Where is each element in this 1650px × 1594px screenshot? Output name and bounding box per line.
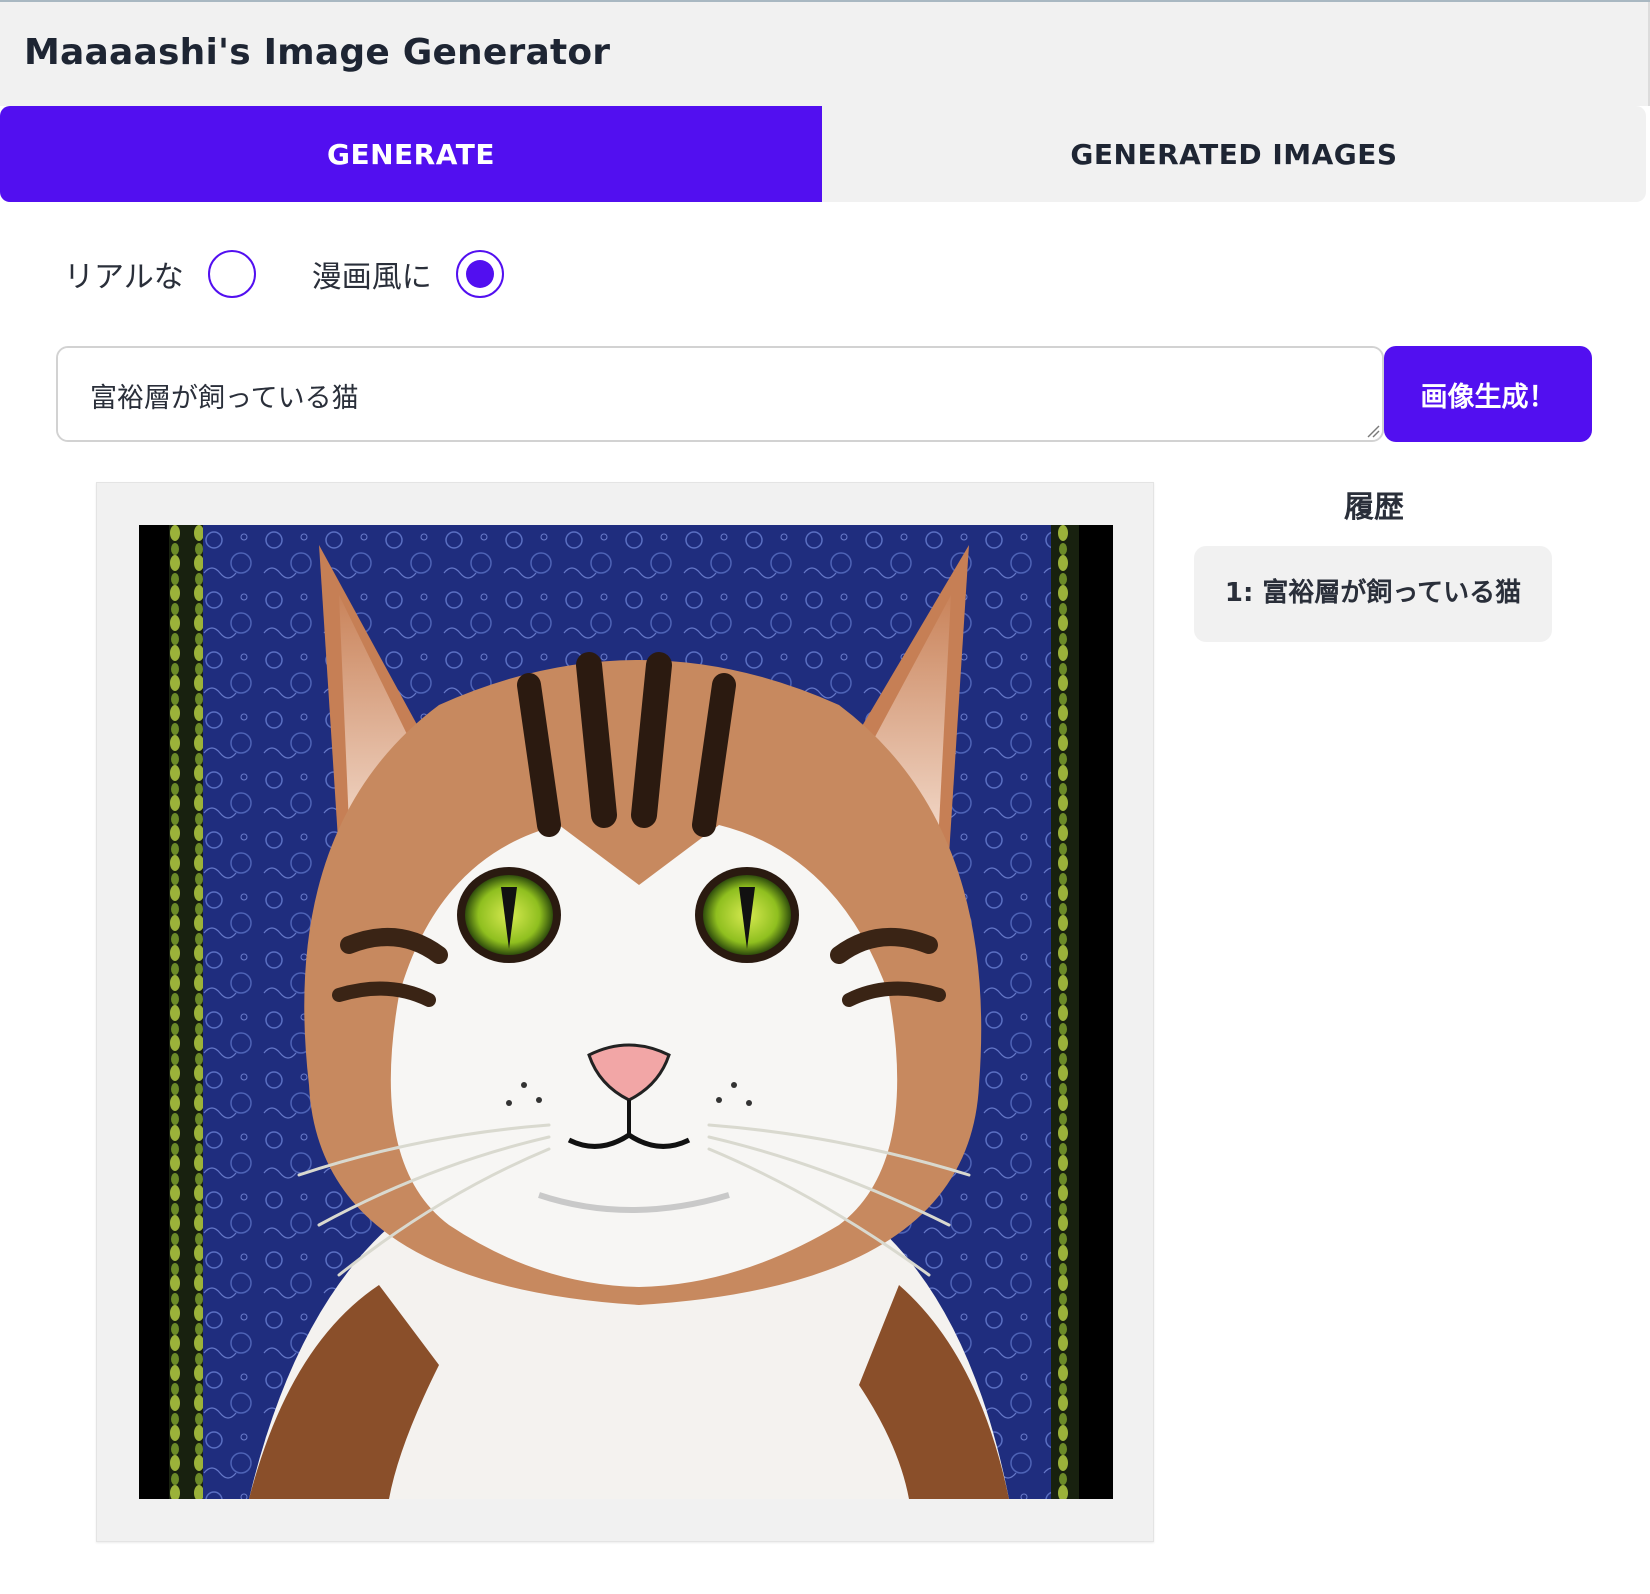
radio-label-manga: 漫画風に	[311, 260, 432, 295]
radio-selected-dot	[465, 260, 494, 288]
app-header: Maaaashi's Image Generator	[0, 2, 1650, 106]
cat-illustration	[139, 525, 1113, 1499]
history-title: 履歴	[1344, 490, 1404, 525]
prompt-input[interactable]: 富裕層が飼っている猫	[56, 346, 1384, 442]
resize-grip-icon[interactable]	[1366, 424, 1380, 438]
history-item[interactable]: 1: 富裕層が飼っている猫	[1194, 546, 1552, 642]
app-root: Maaaashi's Image Generator GENERATE GENE…	[0, 0, 1650, 1594]
generated-image	[139, 525, 1113, 1499]
radio-label-realistic: リアルな	[64, 260, 184, 295]
tab-generate[interactable]: GENERATE	[0, 106, 822, 202]
radio-realistic[interactable]	[207, 250, 256, 298]
radio-manga[interactable]	[455, 250, 504, 298]
tab-bar: GENERATE GENERATED IMAGES	[0, 106, 1646, 202]
app-title: Maaaashi's Image Generator	[24, 32, 611, 73]
generate-image-button[interactable]: 画像生成！	[1384, 346, 1592, 442]
generated-image-card	[96, 482, 1154, 1542]
style-radio-group: リアルな 漫画風に	[64, 246, 504, 302]
tab-generated-images[interactable]: GENERATED IMAGES	[822, 106, 1646, 202]
